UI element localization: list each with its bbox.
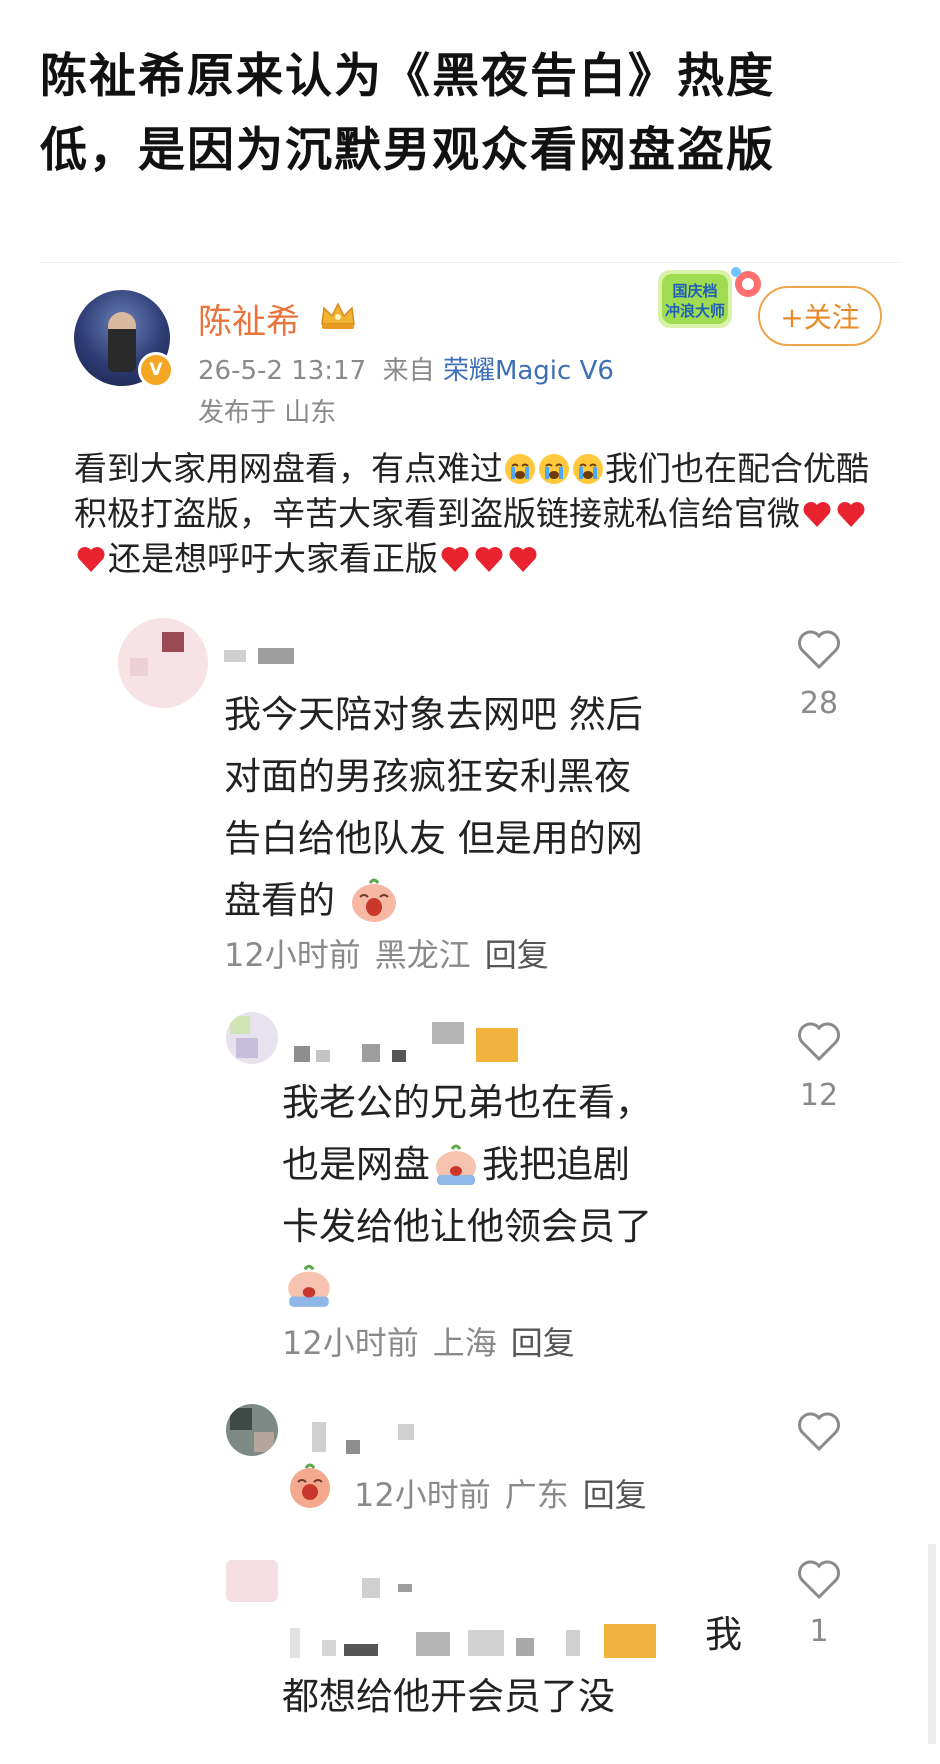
red-heart-icon bbox=[837, 502, 865, 527]
blurred-username bbox=[316, 1050, 330, 1062]
avatar-figure bbox=[108, 312, 136, 372]
comment-line: 我 bbox=[705, 1613, 742, 1656]
reply-button[interactable]: 回复 bbox=[583, 1476, 647, 1514]
blurred-username bbox=[362, 1578, 380, 1598]
post-body: 看到大家用网盘看，有点难过 我们也在配合优酷积极打盗版，辛苦大家看到盗版链接就私信… bbox=[74, 446, 874, 581]
comment-avatar[interactable] bbox=[226, 1012, 278, 1064]
verified-badge-icon: V bbox=[138, 352, 174, 388]
comment-line-text: 盘看的 bbox=[224, 879, 335, 922]
comment-time: 12小时前 bbox=[282, 1324, 419, 1362]
comment-location: 上海 bbox=[432, 1324, 497, 1362]
comment-line: 盘看的 bbox=[224, 870, 764, 932]
post-body-text-1: 看到大家用网盘看，有点难过 bbox=[74, 449, 503, 488]
red-heart-icon bbox=[475, 547, 503, 572]
comment-line: 卡发给他让他领会员了 bbox=[282, 1205, 652, 1248]
blurred-username bbox=[398, 1584, 412, 1592]
headline-line-1: 陈祉希原来认为《黑夜告白》热度 bbox=[40, 49, 775, 104]
comment-avatar[interactable] bbox=[118, 618, 208, 708]
crying-face-icon bbox=[573, 454, 603, 484]
comment-text: 我老公的兄弟也在看， 也是网盘 我把追剧 卡发给他让他领会员了 bbox=[282, 1072, 762, 1320]
comment-line: 我老公的兄弟也在看， bbox=[282, 1081, 652, 1124]
blurred-username bbox=[392, 1050, 406, 1062]
comment-meta: 12小时前 黑龙江 回复 bbox=[224, 930, 549, 976]
comment-avatar[interactable] bbox=[226, 1560, 278, 1602]
headline-line-2: 低，是因为沉默男观众看网盘盗版 bbox=[40, 123, 775, 178]
red-heart-icon bbox=[441, 547, 469, 572]
author-name[interactable]: 陈祉希 bbox=[198, 294, 300, 343]
like-count: 12 bbox=[799, 1078, 839, 1113]
comment-line: 我今天陪对象去网吧 然后 bbox=[224, 693, 643, 736]
post-body-text-3: 还是想呼吁大家看正版 bbox=[108, 539, 438, 578]
blurred-username bbox=[312, 1422, 326, 1452]
blurred-username bbox=[224, 650, 246, 662]
blurred-username bbox=[362, 1044, 380, 1062]
svg-text:冲浪大师: 冲浪大师 bbox=[665, 302, 725, 320]
post-timestamp: 26-5-2 13:17 bbox=[198, 356, 367, 386]
blurred-username bbox=[432, 1022, 464, 1044]
red-heart-icon bbox=[77, 547, 105, 572]
crying-baby-sticker-icon bbox=[351, 878, 396, 922]
crown-badge-icon bbox=[321, 302, 355, 329]
crying-sticker-icon bbox=[436, 1144, 476, 1185]
comment-line bbox=[282, 1258, 762, 1320]
comment-meta: 12小时前 广东 回复 bbox=[354, 1470, 647, 1516]
comment-line: 告白给他队友 但是用的网 bbox=[224, 817, 643, 860]
comment-line-text: 也是网盘 bbox=[282, 1143, 430, 1186]
comment-text: 我今天陪对象去网吧 然后 对面的男孩疯狂安利黑夜 告白给他队友 但是用的网 盘看… bbox=[224, 684, 764, 932]
like-icon[interactable] bbox=[796, 1020, 842, 1062]
comment-meta: 12小时前 上海 回复 bbox=[282, 1318, 575, 1364]
reply-button[interactable]: 回复 bbox=[485, 936, 549, 974]
promo-badge-icon[interactable]: 国庆档 冲浪大师 bbox=[656, 264, 766, 336]
comment-line: 对面的男孩疯狂安利黑夜 bbox=[224, 755, 631, 798]
headline: 陈祉希原来认为《黑夜告白》热度 低，是因为沉默男观众看网盘盗版 bbox=[40, 40, 910, 188]
blurred-username bbox=[258, 648, 294, 664]
post-device[interactable]: 荣耀Magic V6 bbox=[443, 356, 614, 386]
like-count: 1 bbox=[809, 1614, 829, 1649]
blurred-username bbox=[398, 1424, 414, 1440]
comment-line: 都想给他开会员了没 bbox=[282, 1675, 615, 1718]
crying-sticker-icon bbox=[288, 1264, 330, 1307]
divider bbox=[40, 262, 900, 263]
blurred-username bbox=[294, 1046, 310, 1062]
like-icon[interactable] bbox=[796, 628, 842, 670]
red-heart-icon bbox=[803, 502, 831, 527]
source-prefix: 来自 bbox=[382, 356, 435, 386]
blurred-username bbox=[476, 1028, 518, 1062]
reply-button[interactable]: 回复 bbox=[511, 1324, 575, 1362]
comment-avatar[interactable] bbox=[226, 1404, 278, 1456]
follow-button[interactable]: +关注 bbox=[758, 286, 882, 346]
red-heart-icon bbox=[509, 547, 537, 572]
blurred-username bbox=[346, 1440, 360, 1454]
crying-face-icon bbox=[505, 454, 535, 484]
like-count: 28 bbox=[799, 686, 839, 721]
comment-line-text: 我把追剧 bbox=[482, 1143, 630, 1186]
svg-text:国庆档: 国庆档 bbox=[672, 282, 717, 300]
like-icon[interactable] bbox=[796, 1558, 842, 1600]
comment-time: 12小时前 bbox=[224, 936, 361, 974]
scrollbar[interactable] bbox=[928, 1544, 936, 1744]
comment-location: 黑龙江 bbox=[374, 936, 471, 974]
like-icon[interactable] bbox=[796, 1410, 842, 1452]
post-location: 发布于 山东 bbox=[198, 398, 337, 428]
crying-sticker-icon bbox=[290, 1463, 330, 1508]
comment-line: 也是网盘 我把追剧 bbox=[282, 1134, 762, 1196]
comment-text: 我 都想给他开会员了没 bbox=[282, 1604, 762, 1728]
crying-face-icon bbox=[539, 454, 569, 484]
comment-location: 广东 bbox=[504, 1476, 569, 1514]
post-meta: 26-5-2 13:17 来自 荣耀Magic V6 bbox=[198, 350, 614, 387]
comment-time: 12小时前 bbox=[354, 1476, 491, 1514]
